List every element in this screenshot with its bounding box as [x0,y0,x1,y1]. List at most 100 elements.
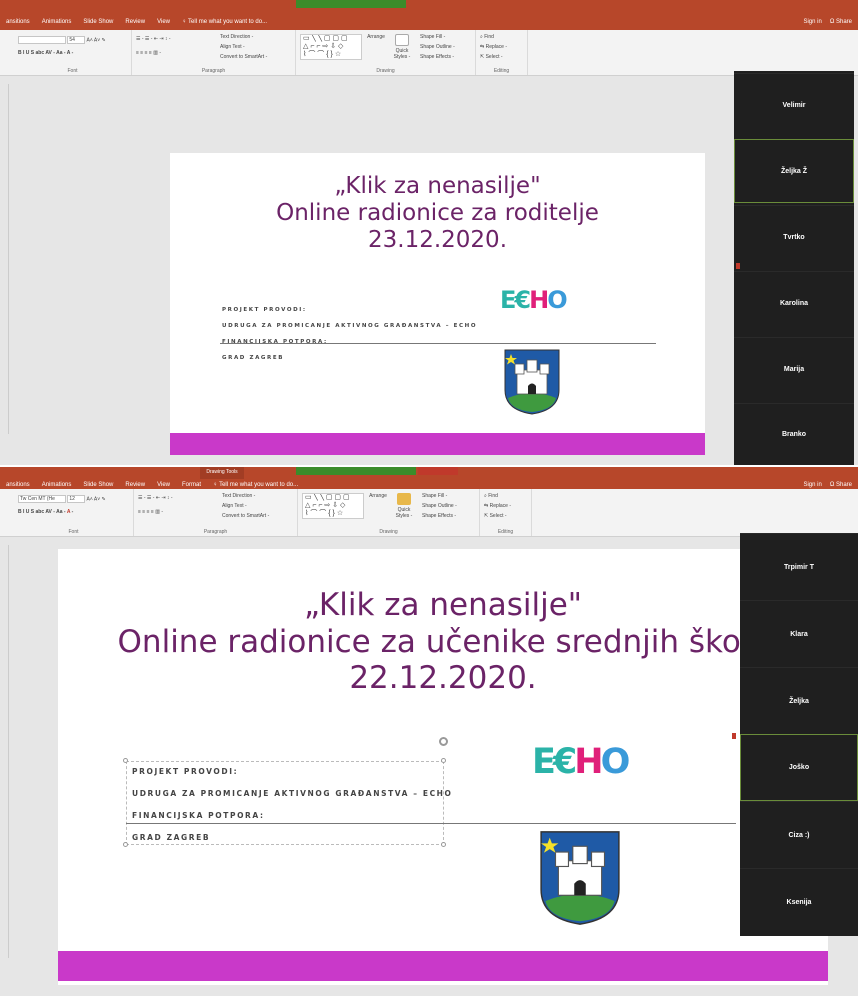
text-direction-button[interactable]: Text Direction - [220,34,253,40]
font-group: 54 A˄ A˅ ✎ B I U S abc AV - Aa - A - Fon… [14,30,132,75]
participant-tile[interactable]: Klara [740,600,858,667]
font-group: Tw Cen MT (He 12 A˄ A˅ ✎ B I U S abc AV … [14,489,134,536]
quick-styles-button[interactable]: Quick Styles - [392,34,412,60]
shape-fill-button[interactable]: Shape Fill - [422,493,447,499]
font-name-box[interactable]: Tw Cen MT (He [18,495,66,503]
participant-tile[interactable]: Trpimir T [740,533,858,600]
paragraph-group-label: Paragraph [201,68,226,74]
shape-outline-button[interactable]: Shape Outline - [422,503,457,509]
tell-me-box[interactable]: ♀ Tell me what you want to do... [176,19,273,25]
drawing-tools-context: Drawing Tools [200,467,244,479]
font-group-label: Font [67,68,78,74]
info-line-1: PROJEKT PROVODI: [132,767,239,776]
slide-title[interactable]: „Klik za nenasilje" Online radionice za … [58,587,828,697]
align-buttons[interactable]: ≡ ≡ ≡ ≡ ▥ - [136,50,161,56]
font-size-box[interactable]: 12 [67,495,86,503]
share-button[interactable]: Ω Share [830,19,852,25]
tab-animations[interactable]: Animations [36,482,78,488]
tab-view[interactable]: View [151,482,176,488]
arrange-button[interactable]: Arrange [366,34,386,60]
replace-button[interactable]: ⇆ Replace - [484,503,511,509]
font-format-buttons[interactable]: B I U S abc AV - Aa - A - [18,509,73,515]
participant-tile[interactable]: Branko [734,403,854,465]
list-buttons[interactable]: ☰ - ☰ - ⇤ ⇥ ↕ - [136,36,171,42]
tab-animations[interactable]: Animations [36,19,78,25]
font-format-buttons[interactable]: B I U S abc AV - Aa - A - [18,50,73,56]
editing-group-label: Editing [497,529,514,535]
shape-effects-button[interactable]: Shape Effects - [420,54,454,60]
title-line-2: Online radionice za roditelje [276,200,599,227]
slide-canvas[interactable]: „Klik za nenasilje" Online radionice za … [58,549,828,985]
ribbon-tabs: ansitions Animations Slide Show Review V… [0,0,858,30]
slide-title[interactable]: „Klik za nenasilje" Online radionice za … [170,173,705,254]
text-direction-button[interactable]: Text Direction - [222,493,255,499]
drawing-group: ▭ ╲ ╲ ▢ ▢ ▢ △ ⌐ ⌐ ⇨ ⇩ ◇ ⌇ ⌒ ⌒ { } ☆ Arrang… [298,489,480,536]
resize-handle[interactable] [123,758,128,763]
tab-review[interactable]: Review [119,19,151,25]
shapes-gallery[interactable]: ▭ ╲ ╲ ▢ ▢ ▢ △ ⌐ ⌐ ⇨ ⇩ ◇ ⌇ ⌒ ⌒ { } ☆ [302,493,364,519]
sign-in-link[interactable]: Sign in [803,482,821,488]
tab-format[interactable]: Format [176,482,207,488]
find-button[interactable]: ⌕ Find [484,493,498,499]
tab-slide-show[interactable]: Slide Show [77,482,119,488]
tab-review[interactable]: Review [119,482,151,488]
participant-tile[interactable]: Ksenija [740,868,858,936]
stop-share-indicator [418,467,458,475]
align-text-button[interactable]: Align Text - [222,503,247,509]
project-info-text[interactable]: PROJEKT PROVODI: UDRUGA ZA PROMICANJE AK… [222,302,477,366]
drawing-group-label: Drawing [376,68,395,74]
info-line-2: UDRUGA ZA PROMICANJE AKTIVNOG GRAĐANSTVA… [132,789,453,798]
participant-tile[interactable]: Marija [734,337,854,401]
info-line-1: PROJEKT PROVODI: [222,307,307,313]
select-button[interactable]: ⇱ Select - [484,513,507,519]
align-text-button[interactable]: Align Text - [220,44,245,50]
title-line-1: „Klik za nenasilje" [303,587,583,623]
tab-transitions[interactable]: ansitions [0,482,36,488]
participant-tile[interactable]: Karolina [734,271,854,335]
ribbon-tabs: Drawing Tools ansitions Animations Slide… [0,467,858,489]
list-buttons[interactable]: ☰ - ☰ - ⇤ ⇥ ↕ - [138,495,173,501]
participant-tile[interactable]: Tvrtko [734,205,854,269]
convert-smartart-button[interactable]: Convert to SmartArt - [222,513,269,519]
info-line-3: FINANCIJSKA POTPORA: [222,339,328,345]
share-button[interactable]: Ω Share [830,482,852,488]
select-button[interactable]: ⇱ Select - [480,54,503,60]
participant-tile[interactable]: Velimir [734,73,854,137]
participant-tile-active[interactable]: Željka Ž [734,139,854,203]
echo-logo: E€HO [532,742,630,782]
quick-styles-button[interactable]: Quick Styles - [394,493,414,519]
project-info-text[interactable]: PROJEKT PROVODI: UDRUGA ZA PROMICANJE AK… [132,761,453,849]
shape-fill-button[interactable]: Shape Fill - [420,34,445,40]
screenshot-bottom: Drawing Tools ansitions Animations Slide… [0,467,858,996]
shapes-gallery[interactable]: ▭ ╲ ╲ ▢ ▢ ▢ △ ⌐ ⌐ ⇨ ⇩ ◇ ⌇ ⌒ ⌒ { } ☆ [300,34,362,60]
align-buttons[interactable]: ≡ ≡ ≡ ≡ ▥ - [138,509,163,515]
participant-tile[interactable]: Željka [740,667,858,734]
tab-transitions[interactable]: ansitions [0,19,36,25]
ribbon-home: 54 A˄ A˅ ✎ B I U S abc AV - Aa - A - Fon… [0,30,858,76]
arrange-button[interactable]: Arrange [368,493,388,519]
convert-smartart-button[interactable]: Convert to SmartArt - [220,54,267,60]
info-line-4: GRAD ZAGREB [132,833,211,842]
rotate-handle[interactable] [439,737,448,746]
paragraph-group: ☰ - ☰ - ⇤ ⇥ ↕ - ≡ ≡ ≡ ≡ ▥ - Text Directi… [134,489,298,536]
editing-group: ⌕ Find ⇆ Replace - ⇱ Select - Editing [476,30,528,75]
participant-tile[interactable]: Ciza :) [740,801,858,868]
title-line-3: 22.12.2020. [349,660,537,697]
thumbnail-scrollbar[interactable] [8,545,14,959]
find-button[interactable]: ⌕ Find [480,34,494,40]
font-size-box[interactable]: 54 [67,36,86,44]
tell-me-box[interactable]: ♀ Tell me what you want to do... [207,482,304,488]
tab-view[interactable]: View [151,19,176,25]
participant-tile-active[interactable]: Joško [740,734,858,801]
shape-effects-button[interactable]: Shape Effects - [422,513,456,519]
drawing-group-label: Drawing [379,529,398,535]
slide-canvas[interactable]: „Klik za nenasilje" Online radionice za … [170,153,705,455]
font-name-box[interactable] [18,36,66,44]
resize-handle[interactable] [123,842,128,847]
shape-outline-button[interactable]: Shape Outline - [420,44,455,50]
tab-slide-show[interactable]: Slide Show [77,19,119,25]
thumbnail-scrollbar[interactable] [8,84,14,435]
title-line-3: 23.12.2020. [368,227,507,254]
sign-in-link[interactable]: Sign in [803,19,821,25]
replace-button[interactable]: ⇆ Replace - [480,44,507,50]
